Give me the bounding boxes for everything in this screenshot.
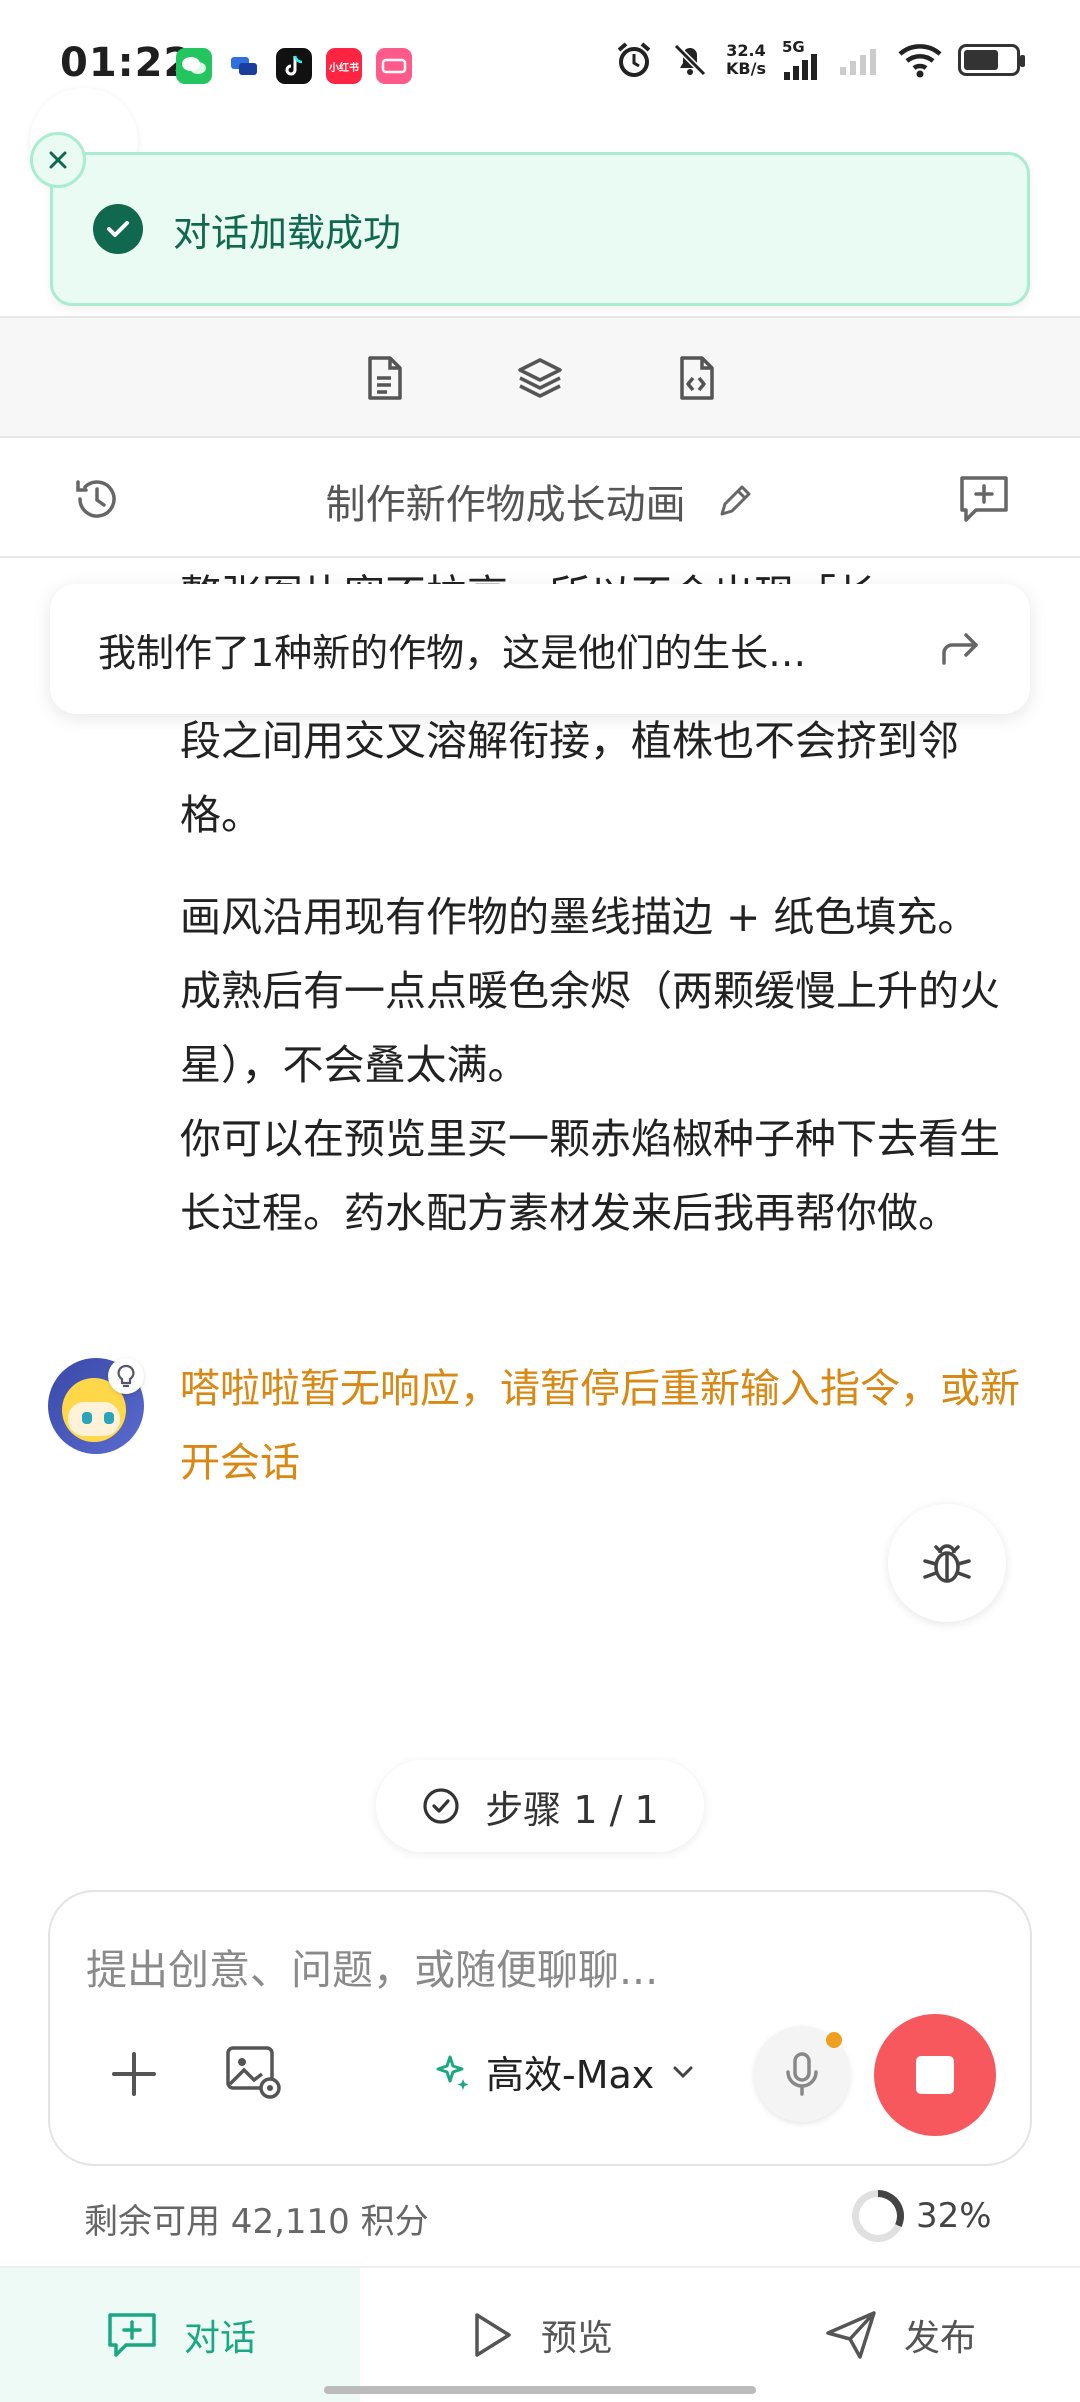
progress-ring-icon [852,2190,904,2242]
check-circle-outline-icon [423,1788,459,1824]
check-circle-icon [93,204,143,254]
success-toast: 对话加载成功 [50,152,1030,306]
add-icon[interactable] [104,2044,164,2104]
bug-icon [923,1544,971,1583]
tiktok-icon [276,48,312,84]
wifi-icon [898,44,942,78]
close-icon [49,151,67,169]
pinned-prompt-card[interactable]: 我制作了1种新的作物，这是他们的生长… [50,584,1030,714]
message-paragraph: 你可以在预览里买一颗赤焰椒种子种下去看生长过程。药水配方素材发来后我再帮你做。 [180,1115,1000,1237]
nav-tab-chat[interactable]: 对话 [0,2268,360,2402]
debug-button[interactable] [888,1504,1006,1622]
xiaohongshu-icon: 小红书 [326,48,362,84]
lofter-icon [376,48,412,84]
layers-icon[interactable] [516,354,564,402]
model-name: 高效-Max [486,2053,655,2097]
prompt-summary: 我制作了1种新的作物，这是他们的生长… [98,630,807,675]
message-app-icon [226,48,262,84]
net-speed: 32.4 KB/s [726,41,766,78]
chat-title[interactable]: 制作新作物成长动画 [0,472,1080,530]
lightbulb-icon [108,1358,144,1394]
nav-tab-publish[interactable]: 发布 [720,2268,1080,2402]
battery-icon [958,44,1025,76]
wechat-icon [176,48,212,84]
microphone-icon [786,2052,818,2096]
home-indicator[interactable] [324,2386,756,2394]
stop-icon [916,2056,954,2094]
document-icon[interactable] [360,354,408,402]
chat-bubble-plus-icon [108,2313,156,2357]
signal-icon [784,54,817,80]
nav-tab-preview[interactable]: 预览 [360,2268,720,2402]
signal-weak-icon [840,49,876,75]
image-settings-icon[interactable] [222,2040,284,2102]
status-time: 01:22 [60,40,193,86]
mute-icon [673,43,707,77]
remaining-credits: 剩余可用 42,110 积分 [84,2202,429,2242]
toast-message: 对话加载成功 [173,210,402,255]
message-paragraph: 段之间用交叉溶解衔接，植株也不会挤到邻格。 [180,717,959,839]
message-paragraph: 画风沿用现有作物的墨线描边 + 纸色填充。成熟后有一点点暖色余烬（两颗缓慢上升的… [180,893,1000,1089]
view-toolbar [0,318,1080,436]
alarm-icon [617,42,651,77]
step-indicator[interactable]: 步骤 1 / 1 [376,1760,704,1852]
share-arrow-icon[interactable] [938,629,982,669]
bottom-navigation: 对话 预览 发布 [0,2266,1080,2402]
mic-status-dot [826,2032,842,2048]
sparkle-icon [436,2055,469,2090]
model-selector[interactable]: 高效-Max [430,2044,698,2099]
chat-input-card [48,1890,1032,2166]
no-response-warning: 嗒啦啦暂无响应，请暂停后重新输入指令，或新开会话 [180,1366,1020,1486]
stop-button[interactable] [874,2014,996,2136]
play-icon [475,2313,511,2357]
chat-input[interactable]: 提出创意、问题，或随便聊聊... [86,1936,658,1996]
status-indicators: 32.4 KB/s 5G [614,40,1025,80]
code-file-icon[interactable] [672,354,720,402]
signal-5g: 5G [782,40,822,80]
send-icon [826,2311,876,2359]
usage-progress: 32% [852,2190,992,2242]
step-label: 步骤 1 / 1 [485,1787,659,1832]
notification-icons: 小红书 [176,48,412,84]
toast-close-button[interactable] [30,132,86,188]
chevron-down-icon [673,2066,693,2078]
progress-percent: 32% [916,2196,992,2236]
pencil-icon[interactable] [716,482,754,520]
new-chat-icon[interactable] [956,472,1012,526]
